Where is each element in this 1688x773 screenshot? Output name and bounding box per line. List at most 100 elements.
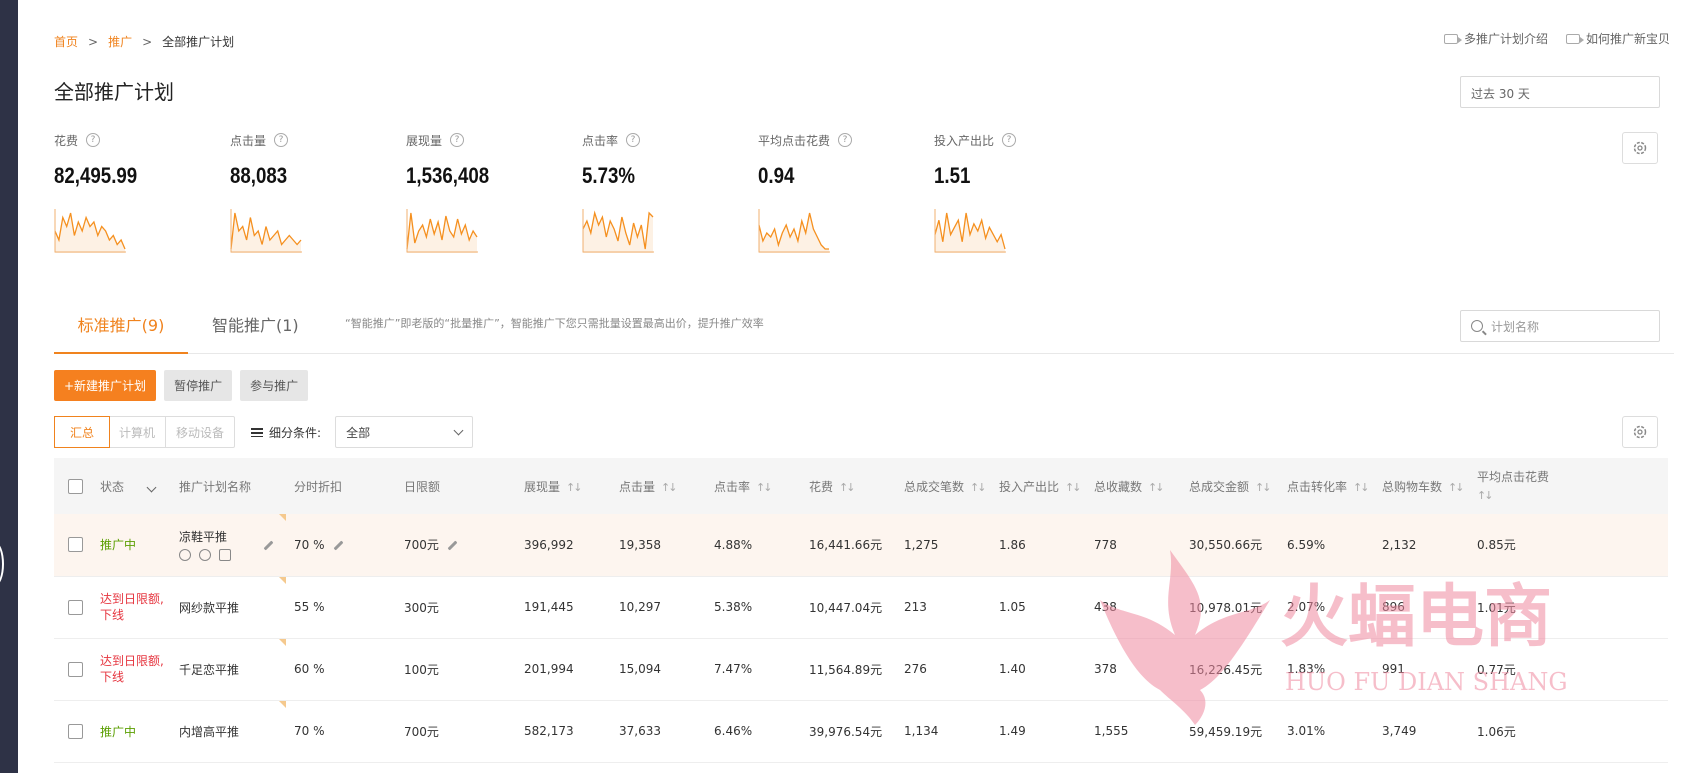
sort-icon[interactable]: ↑↓	[566, 481, 583, 494]
col-carts[interactable]: 总购物车数	[1382, 480, 1442, 494]
row-cpc: 0.77元	[1469, 638, 1668, 701]
help-icon[interactable]: ?	[274, 133, 289, 147]
col-cpc[interactable]: 平均点击花费	[1477, 470, 1549, 484]
sort-icon[interactable]: ↑↓	[1148, 481, 1165, 494]
table-row[interactable]: 达到日限额, 下线 网纱款平推 55 % 300元 191,445 10,297…	[54, 576, 1668, 639]
row-plan-name[interactable]: 千足恋平推	[179, 663, 239, 677]
col-status[interactable]: 状态	[100, 480, 124, 494]
chevron-down-icon	[453, 425, 464, 435]
col-limit: 日限额	[404, 479, 441, 494]
pause-icon[interactable]	[179, 549, 191, 562]
list-icon	[251, 427, 264, 437]
sort-icon[interactable]: ↑↓	[1255, 481, 1272, 494]
col-orders[interactable]: 总成交笔数	[904, 480, 964, 494]
segment-summary[interactable]: 汇总	[54, 416, 110, 448]
money-icon[interactable]	[199, 549, 211, 562]
row-checkbox[interactable]	[68, 599, 83, 615]
sort-icon[interactable]: ↑↓	[1477, 489, 1494, 502]
col-cost[interactable]: 花费	[809, 480, 833, 494]
row-plan-name[interactable]: 网纱款平推	[179, 601, 239, 615]
howto-link[interactable]: 如何推广新宝贝	[1565, 30, 1670, 47]
metric-value: 5.73%	[582, 163, 636, 188]
segment-pc[interactable]: 计算机	[109, 417, 167, 447]
metric-value: 88,083	[230, 163, 288, 188]
sort-icon[interactable]: ↑↓	[661, 481, 678, 494]
row-limit: 700元	[404, 538, 439, 553]
tab-standard[interactable]: 标准推广(9)	[54, 306, 188, 354]
table-row[interactable]: 推广中 内增高平推 70 % 700元 582,173 37,633 6.46%…	[54, 700, 1668, 763]
sort-icon[interactable]: ↑↓	[970, 481, 987, 494]
breadcrumb-promo[interactable]: 推广	[108, 33, 132, 50]
row-ctr: 4.88%	[706, 514, 801, 577]
tab-smart[interactable]: 智能推广(1)	[212, 306, 299, 354]
intro-link[interactable]: 多推广计划介绍	[1443, 30, 1548, 47]
pause-button[interactable]: 暂停推广	[164, 370, 233, 401]
row-roi: 1.40	[991, 638, 1086, 701]
sparkline	[54, 209, 126, 253]
metrics-panel: 花费? 82,495.99 点击量? 88,083 展现量? 1,536,408…	[54, 132, 1110, 253]
row-checkbox[interactable]	[68, 723, 83, 739]
sparkline	[758, 209, 830, 253]
segment-mobile[interactable]: 移动设备	[166, 417, 234, 447]
corner-mark	[279, 576, 286, 584]
row-status: 达到日限额, 下线	[92, 638, 171, 701]
chevron-down-icon[interactable]	[146, 482, 157, 492]
row-clicks: 10,297	[611, 576, 706, 639]
row-clicks: 37,633	[611, 700, 706, 763]
row-checkbox[interactable]	[68, 537, 83, 553]
sort-icon[interactable]: ↑↓	[1448, 481, 1465, 494]
plans-table: 状态 推广计划名称 分时折扣 日限额 展现量 ↑↓ 点击量 ↑↓ 点击率 ↑↓ 花费 ↑…	[54, 458, 1668, 763]
table-row[interactable]: 达到日限额, 下线 千足恋平推 60 % 100元 201,994 15,094…	[54, 638, 1668, 701]
breadcrumb-sep: >	[142, 34, 153, 49]
sort-icon[interactable]: ↑↓	[1065, 481, 1082, 494]
table-settings-button[interactable]	[1622, 416, 1658, 448]
edit-icon[interactable]	[333, 540, 343, 551]
sort-icon[interactable]: ↑↓	[756, 481, 773, 494]
join-button[interactable]: 参与推广	[240, 370, 309, 401]
metric-value: 82,495.99	[54, 163, 138, 188]
col-amount[interactable]: 总成交金额	[1189, 480, 1249, 494]
select-all-checkbox[interactable]	[68, 478, 83, 494]
col-clicks[interactable]: 点击量	[619, 480, 655, 494]
col-name: 推广计划名称	[179, 479, 252, 494]
row-cost: 10,447.04元	[801, 576, 896, 639]
date-range-select[interactable]: 过去 30 天	[1460, 76, 1660, 108]
col-impr[interactable]: 展现量	[524, 480, 560, 494]
row-plan-name[interactable]: 内增高平推	[179, 725, 239, 739]
row-cpc: 0.85元	[1469, 514, 1668, 577]
row-amount: 10,978.01元	[1181, 576, 1279, 639]
row-ctr: 7.47%	[706, 638, 801, 701]
metric-value: 0.94	[758, 163, 795, 188]
new-plan-button[interactable]: +新建推广计划	[54, 370, 157, 401]
breadcrumb-current: 全部推广计划	[162, 35, 235, 49]
help-icon[interactable]: ?	[626, 133, 641, 147]
help-icon[interactable]: ?	[86, 133, 101, 147]
search-placeholder: 计划名称	[1491, 319, 1540, 334]
help-icon[interactable]: ?	[450, 133, 465, 147]
col-roi[interactable]: 投入产出比	[999, 480, 1059, 494]
sort-icon[interactable]: ↑↓	[839, 481, 856, 494]
table-row[interactable]: 推广中 凉鞋平推 70 % 700元 396,992 19,358 4.88% …	[54, 514, 1668, 577]
plan-tabs: 标准推广(9) 智能推广(1) “智能推广”即老版的“批量推广”，智能推广下您只…	[54, 306, 1674, 354]
plan-search-input[interactable]: 计划名称	[1460, 310, 1660, 342]
filter-select[interactable]: 全部	[335, 416, 474, 448]
row-discount: 70 %	[286, 700, 396, 763]
metrics-settings-button[interactable]	[1622, 132, 1658, 164]
edit-icon[interactable]	[447, 540, 458, 551]
col-cvr[interactable]: 点击转化率	[1287, 480, 1347, 494]
row-ctr: 6.46%	[706, 700, 801, 763]
help-icon[interactable]: ?	[838, 133, 853, 147]
row-checkbox[interactable]	[68, 661, 83, 677]
row-cvr: 3.01%	[1279, 700, 1374, 763]
metric-label: 花费	[54, 133, 79, 148]
col-ctr[interactable]: 点击率	[714, 480, 750, 494]
row-amount: 59,459.19元	[1181, 700, 1279, 763]
metric-value: 1.51	[934, 163, 971, 188]
help-icon[interactable]: ?	[1002, 133, 1017, 147]
breadcrumb-home[interactable]: 首页	[54, 33, 78, 50]
clipboard-icon[interactable]	[219, 549, 231, 562]
metric-label: 投入产出比	[934, 133, 995, 148]
col-favs[interactable]: 总收藏数	[1094, 480, 1142, 494]
sort-icon[interactable]: ↑↓	[1353, 481, 1370, 494]
sidebar-toggle[interactable]	[0, 542, 4, 586]
